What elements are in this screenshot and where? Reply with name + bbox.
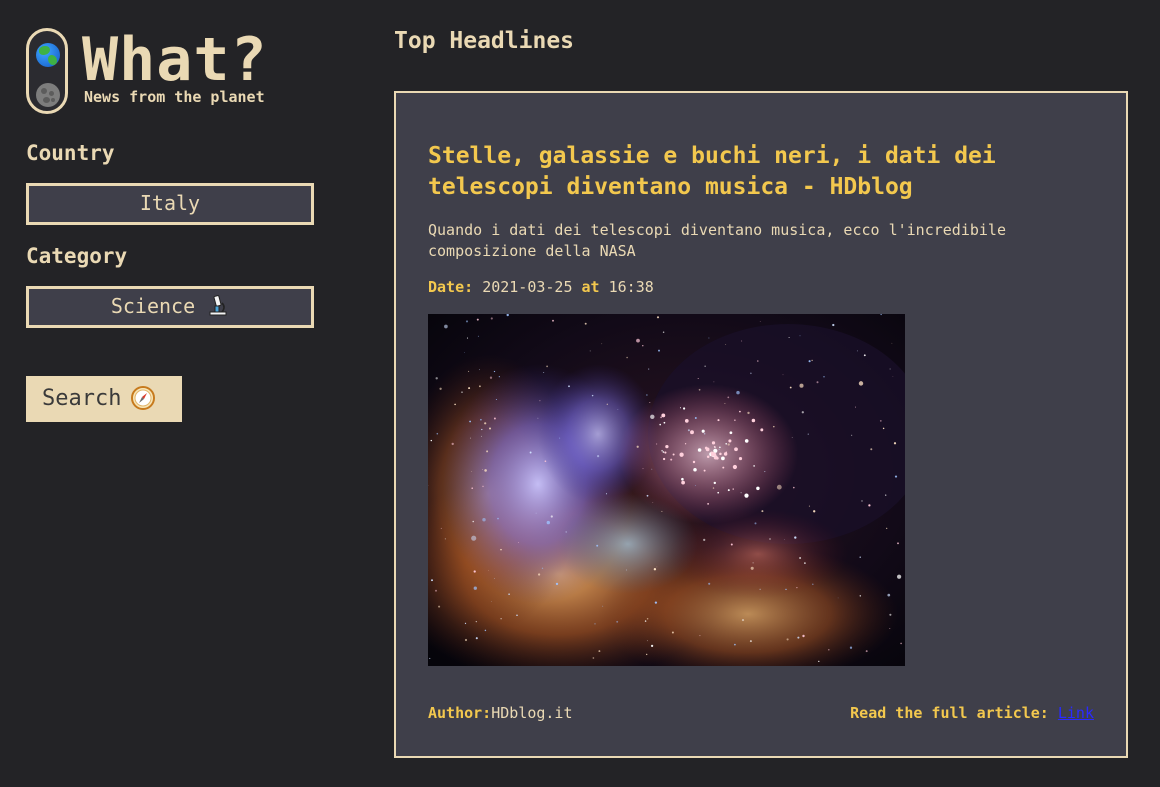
author-value: HDblog.it (491, 704, 573, 722)
microscope-icon (209, 295, 227, 316)
search-button-label: Search (42, 386, 122, 411)
article-title: Stelle, galassie e buchi neri, i dati de… (428, 143, 996, 200)
date-value: 2021-03-25 (482, 278, 573, 296)
moon-icon (36, 83, 60, 107)
logo: What? News from the planet (26, 28, 316, 120)
date-label: Date: (428, 278, 474, 296)
country-label: Country (26, 141, 115, 165)
logo-subtitle: News from the planet (84, 88, 265, 106)
article-date: Date: 2021-03-25 at 16:38 (428, 278, 654, 296)
article-author: Author:HDblog.it (428, 704, 573, 722)
sidebar: What? News from the planet Country Italy… (26, 28, 316, 422)
time-value: 16:38 (608, 278, 654, 296)
country-select[interactable]: Italy (26, 183, 314, 225)
country-select-value: Italy (139, 191, 201, 215)
article-image (428, 314, 905, 666)
logo-title: What? (82, 25, 268, 95)
author-label: Author: (428, 704, 492, 722)
article-card: Stelle, galassie e buchi neri, i dati de… (394, 91, 1128, 758)
article-link[interactable]: Link (1058, 704, 1094, 722)
category-select[interactable]: Science (26, 286, 314, 328)
article-description: Quando i dati dei telescopi diventano mu… (428, 221, 1006, 260)
logo-pill (26, 28, 68, 114)
at-label: at (581, 278, 600, 296)
search-button[interactable]: Search (26, 376, 182, 422)
page-title: Top Headlines (394, 28, 575, 54)
globe-icon (36, 43, 60, 67)
category-label: Category (26, 244, 128, 268)
read-label: Read the full article: (850, 704, 1049, 722)
compass-icon (131, 386, 156, 410)
category-select-value: Science (110, 294, 196, 318)
article-link-row: Read the full article: Link (850, 704, 1094, 722)
nebula-image (428, 314, 905, 666)
